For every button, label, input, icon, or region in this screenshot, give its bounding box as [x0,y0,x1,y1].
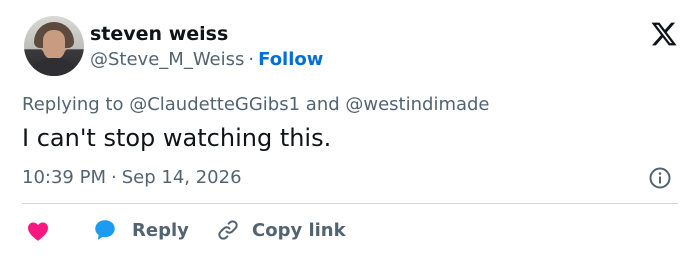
reply-button[interactable]: Reply [92,216,189,244]
copy-link-label: Copy link [252,219,346,241]
x-logo-icon[interactable] [650,20,678,48]
author-name[interactable]: steven weiss [90,23,228,45]
divider [22,203,678,204]
action-bar: Reply Copy link [22,216,682,244]
reply-label: Reply [132,219,189,241]
info-icon[interactable] [648,166,672,190]
avatar-shirt [30,58,78,76]
mention-link-2[interactable]: @westindimade [345,94,489,115]
copy-link-button[interactable]: Copy link [216,216,346,244]
mention-link-1[interactable]: @ClaudetteGGibs1 [129,94,300,115]
author-handle-row: @Steve_M_Weiss · Follow [90,49,323,70]
avatar[interactable] [24,16,84,76]
link-icon [218,220,238,240]
reply-context-prefix: Replying to [22,94,130,115]
reply-context: Replying to @ClaudetteGGibs1 and @westin… [22,94,490,115]
tweet-text: I can't stop watching this. [22,124,332,152]
avatar-face [43,30,65,60]
heart-icon[interactable] [26,219,50,243]
tweet-timestamp[interactable]: 10:39 PM · Sep 14, 2026 [22,167,242,188]
speech-bubble-icon [95,220,115,240]
author-handle[interactable]: @Steve_M_Weiss [90,49,244,70]
reply-context-conjunction: and [300,94,346,115]
timestamp-separator: · [110,167,117,188]
tweet-date: Sep 14, 2026 [121,167,242,188]
handle-separator: · [248,49,255,70]
follow-button[interactable]: Follow [258,49,323,70]
tweet-time: 10:39 PM [22,167,106,188]
